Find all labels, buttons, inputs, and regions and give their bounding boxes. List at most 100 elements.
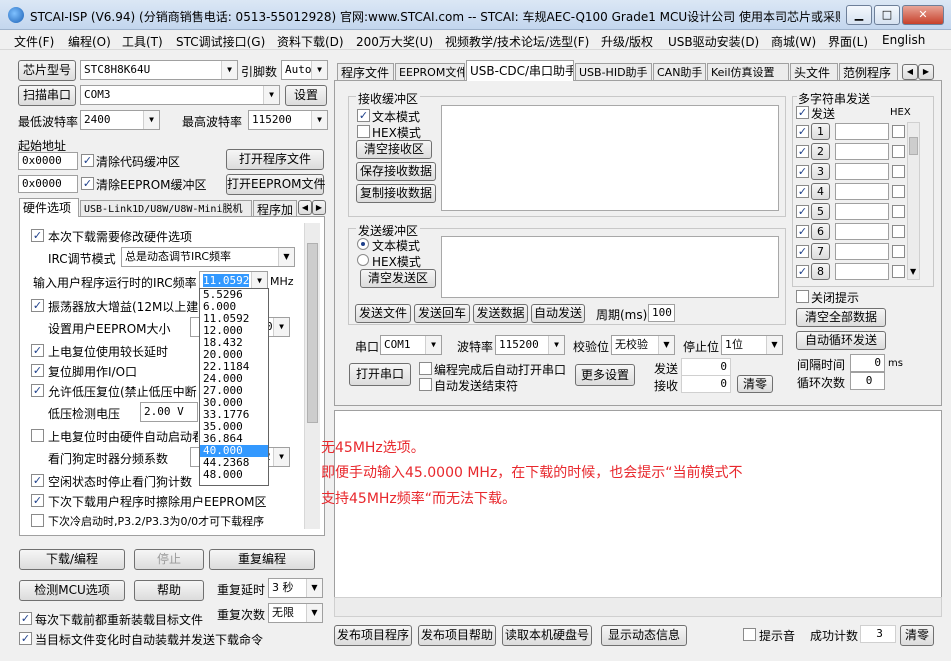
tab-usb-cdc-serial[interactable]: USB-CDC/串口助手 — [466, 60, 574, 81]
multi-send-button[interactable]: 6 — [811, 223, 830, 240]
reload-checkbox[interactable]: ✓ — [19, 612, 32, 625]
osc-gain-checkbox[interactable]: ✓ — [31, 299, 44, 312]
multi-send-checkbox[interactable]: ✓ — [796, 125, 809, 138]
min-baud-select[interactable]: 2400 ▼ — [80, 110, 160, 130]
send-data-button[interactable]: 发送数据 — [473, 304, 528, 323]
hardware-options-scrollbar[interactable] — [304, 223, 320, 529]
repeat-program-button[interactable]: 重复编程 — [209, 549, 315, 570]
multi-hex-checkbox[interactable] — [892, 165, 905, 178]
multi-send-checkbox[interactable]: ✓ — [796, 265, 809, 278]
help-button[interactable]: 帮助 — [134, 580, 204, 601]
read-disk-id-button[interactable]: 读取本机硬盘号 — [502, 625, 592, 646]
right-tab-scroll-left-button[interactable]: ◀ — [902, 64, 918, 80]
multi-send-checkbox[interactable]: ✓ — [796, 245, 809, 258]
open-serial-port-button[interactable]: 打开串口 — [349, 363, 411, 386]
loop-count-input[interactable]: 0 — [850, 372, 885, 390]
tab-program-file[interactable]: 程序文件 — [337, 63, 394, 81]
multi-send-button[interactable]: 7 — [811, 243, 830, 260]
auto-open-port-checkbox[interactable] — [419, 362, 432, 375]
menu-ui[interactable]: 界面(L) — [828, 33, 868, 50]
multi-string-input[interactable] — [835, 223, 889, 240]
send-hex-mode-radio[interactable] — [357, 254, 369, 266]
tab-usb-hid[interactable]: USB-HID助手 — [575, 63, 652, 81]
publish-program-button[interactable]: 发布项目程序 — [334, 625, 412, 646]
clear-counters-button[interactable]: 清零 — [737, 375, 773, 393]
tab-eeprom-file[interactable]: EEPROM文件 — [395, 63, 465, 81]
multi-string-input[interactable] — [835, 163, 889, 180]
multi-hex-checkbox[interactable] — [892, 245, 905, 258]
menu-video[interactable]: 视频教学/技术论坛/选型(F) — [445, 33, 589, 50]
reset-io-checkbox[interactable]: ✓ — [31, 364, 44, 377]
pin-count-select[interactable]: Auto ▼ — [281, 60, 328, 80]
multi-send-button[interactable]: 5 — [811, 203, 830, 220]
send-enter-button[interactable]: 发送回车 — [414, 304, 470, 323]
port-settings-button[interactable]: 设置 — [285, 85, 327, 106]
multi-send-checkbox[interactable]: ✓ — [796, 185, 809, 198]
right-tab-scroll-right-button[interactable]: ▶ — [918, 64, 934, 80]
cold-boot-checkbox[interactable] — [31, 514, 44, 527]
chip-model-button[interactable]: 芯片型号 — [18, 60, 76, 81]
multi-send-button[interactable]: 3 — [811, 163, 830, 180]
multi-send-button[interactable]: 8 — [811, 263, 830, 280]
lvd-reset-checkbox[interactable]: ✓ — [31, 384, 44, 397]
scan-port-button[interactable]: 扫描串口 — [18, 85, 76, 106]
eeprom-address-input[interactable]: 0x0000 — [18, 175, 78, 193]
clear-receive-button[interactable]: 清空接收区 — [356, 140, 432, 159]
multi-hex-checkbox[interactable] — [892, 125, 905, 138]
menu-tools[interactable]: 工具(T) — [122, 33, 163, 50]
stop-button[interactable]: 停止 — [134, 549, 204, 570]
clear-eeprom-checkbox[interactable]: ✓ — [81, 177, 94, 190]
publish-help-button[interactable]: 发布项目帮助 — [418, 625, 496, 646]
copy-receive-button[interactable]: 复制接收数据 — [356, 184, 436, 203]
beep-checkbox[interactable] — [743, 628, 756, 641]
multi-send-checkbox[interactable]: ✓ — [796, 205, 809, 218]
multi-send-checkbox[interactable]: ✓ — [796, 225, 809, 238]
tab-hardware-options[interactable]: 硬件选项 — [19, 198, 79, 217]
tab-keil-sim[interactable]: Keil仿真设置 — [707, 63, 789, 81]
auto-loop-send-button[interactable]: 自动循环发送 — [796, 331, 886, 350]
download-program-button[interactable]: 下载/编程 — [19, 549, 125, 570]
tab-can[interactable]: CAN助手 — [653, 63, 706, 81]
tab-scroll-right-button[interactable]: ▶ — [312, 200, 326, 215]
irc-frequency-dropdown[interactable]: 5.5296 6.000 11.0592 12.000 18.432 20.000 22.1… — [199, 288, 269, 486]
idle-wdt-checkbox[interactable]: ✓ — [31, 474, 44, 487]
interval-input[interactable]: 0 — [850, 354, 885, 372]
chip-model-select[interactable]: STC8H8K64U ▼ — [80, 60, 238, 80]
recv-text-mode-checkbox[interactable]: ✓ — [357, 109, 370, 122]
menu-program[interactable]: 编程(O) — [68, 33, 111, 50]
multi-hex-checkbox[interactable] — [892, 205, 905, 218]
save-receive-button[interactable]: 保存接收数据 — [356, 162, 436, 181]
open-eeprom-file-button[interactable]: 打开EEPROM文件 — [226, 174, 326, 195]
multi-hex-checkbox[interactable] — [892, 185, 905, 198]
repeat-delay-select[interactable]: 3 秒 ▼ — [268, 578, 323, 598]
menu-prize[interactable]: 200万大奖(U) — [356, 33, 433, 50]
menu-debug[interactable]: STC调试接口(G) — [176, 33, 265, 50]
auto-send-checkbox[interactable]: ✓ — [19, 632, 32, 645]
tab-program-encrypt[interactable]: 程序加 — [253, 200, 297, 217]
receive-text-area[interactable] — [441, 105, 779, 211]
max-baud-select[interactable]: 115200 ▼ — [248, 110, 328, 130]
scrollbar-thumb[interactable] — [909, 137, 918, 155]
horizontal-scrollbar[interactable] — [334, 597, 942, 617]
multi-string-input[interactable] — [835, 143, 889, 160]
send-text-area[interactable] — [441, 236, 779, 298]
multi-string-input[interactable] — [835, 203, 889, 220]
multi-hex-checkbox[interactable] — [892, 225, 905, 238]
long-delay-checkbox[interactable]: ✓ — [31, 344, 44, 357]
multi-string-input[interactable] — [835, 263, 889, 280]
recv-hex-mode-checkbox[interactable] — [357, 125, 370, 138]
menu-download[interactable]: 资料下载(D) — [277, 33, 344, 50]
lvd-voltage-select[interactable]: 2.00 V — [140, 402, 198, 422]
open-program-file-button[interactable]: 打开程序文件 — [226, 149, 324, 170]
clear-success-button[interactable]: 清零 — [900, 625, 934, 646]
erase-eeprom-checkbox[interactable]: ✓ — [31, 494, 44, 507]
multi-string-input[interactable] — [835, 123, 889, 140]
auto-end-checkbox[interactable] — [419, 378, 432, 391]
serial-port-select[interactable]: COM1 ▼ — [380, 335, 442, 355]
multi-send-button[interactable]: 1 — [811, 123, 830, 140]
stop-bits-select[interactable]: 1位 ▼ — [721, 335, 783, 355]
menu-shop[interactable]: 商城(W) — [771, 33, 816, 50]
period-input[interactable]: 100 — [648, 304, 675, 322]
irc-mode-select[interactable]: 总是动态调节IRC频率 ▼ — [121, 247, 295, 267]
multi-hex-checkbox[interactable] — [892, 145, 905, 158]
